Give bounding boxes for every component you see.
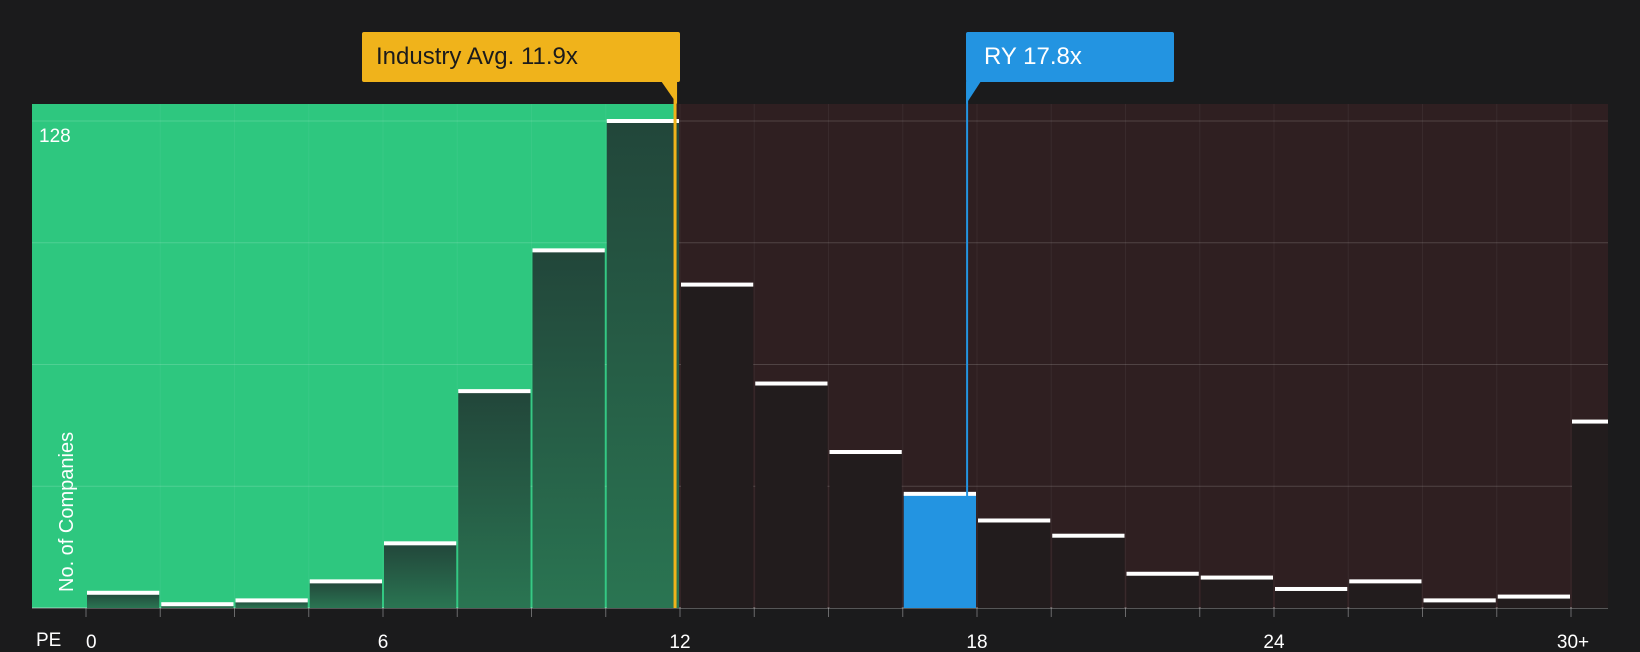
histogram-bar-11 [903,493,976,608]
pe-distribution-chart: 0 6 12 18 24 30+ Industry Avg. 11.9x RY 17.8x… [0,0,1640,651]
histogram-bar-3 [309,581,382,608]
histogram-bar-4 [384,543,457,608]
histogram-bar-top-10 [829,450,902,455]
histogram-bar-12 [978,520,1051,608]
x-tick-label-0: 0 [86,632,97,650]
histogram-bar-top-17 [1349,579,1422,584]
histogram-bar-top-12 [978,518,1051,523]
histogram-bar-top-18 [1423,598,1496,603]
industry-average-callout: Industry Avg. 11.9x [362,32,680,82]
histogram-bar-8 [681,284,754,608]
histogram-bar-15 [1200,577,1273,608]
histogram-bar-top-7 [606,119,679,123]
histogram-bar-20 [1572,421,1608,608]
histogram-bar-top-13 [1052,533,1125,538]
histogram-bar-6 [532,250,605,608]
histogram-bar-top-2 [235,598,308,603]
histogram-bar-top-6 [532,248,605,253]
histogram-bar-17 [1349,581,1422,608]
histogram-bar-top-19 [1497,594,1570,599]
x-tick-label-5: 30+ [1557,632,1589,650]
histogram-bar-13 [1052,535,1125,608]
company-pe-callout: RY 17.8x [966,32,1174,82]
histogram-bar-top-20 [1572,419,1608,424]
histogram-bar-top-0 [87,590,160,595]
histogram-bar-top-14 [1126,571,1199,576]
histogram-bar-top-3 [309,579,382,584]
histogram-bar-top-15 [1200,575,1273,580]
histogram-bar-top-11 [903,491,976,496]
histogram-bar-16 [1275,588,1348,608]
company-callout-pointer [966,81,982,104]
histogram-bar-top-9 [755,381,828,386]
chart-canvas: 0 6 12 18 24 30+ [32,81,1608,650]
x-tick-label-3: 18 [966,632,987,650]
histogram-bar-10 [829,452,902,608]
y-axis-label: No. of Companies [56,431,78,592]
x-tick-label-2: 12 [669,632,690,650]
histogram-bar-0 [87,592,160,608]
histogram-bar-9 [755,383,828,608]
x-tick-label-1: 6 [378,632,389,650]
x-axis-label: PE [36,630,62,651]
histogram-bar-7 [606,121,679,608]
histogram-bar-top-5 [458,389,531,394]
y-axis-max-label: 128 [39,126,71,147]
histogram-bar-top-8 [681,282,754,287]
histogram-bar-14 [1126,573,1199,608]
histogram-bar-top-4 [384,541,457,546]
histogram-bar-5 [458,391,531,608]
histogram-bar-top-16 [1275,586,1348,591]
x-tick-label-4: 24 [1263,632,1285,650]
histogram-bar-top-1 [161,602,234,607]
